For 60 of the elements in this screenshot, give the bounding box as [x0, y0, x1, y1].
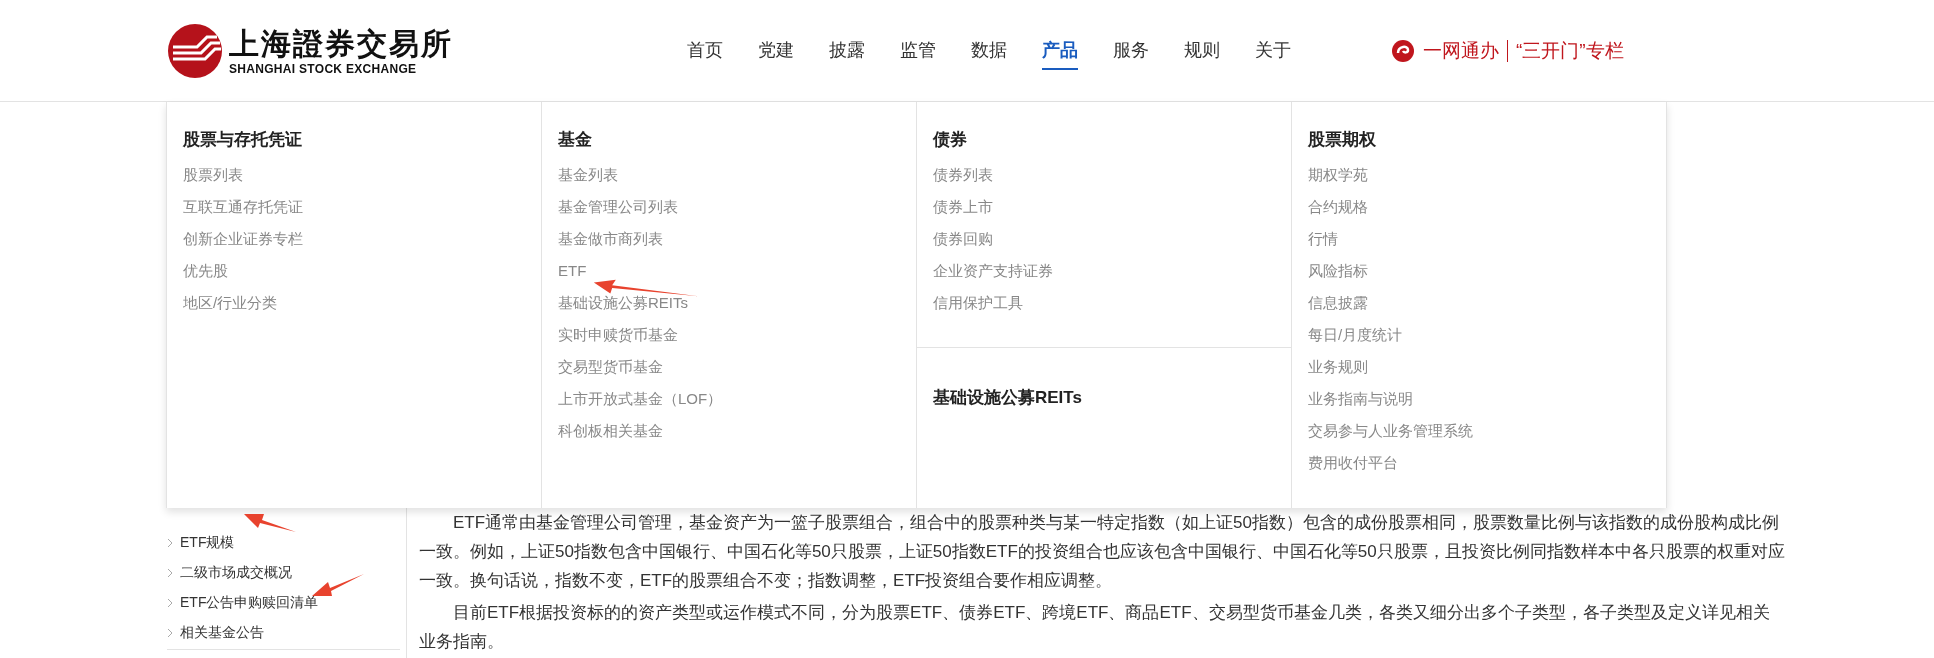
menu-heading[interactable]: 基础设施公募REITs — [933, 386, 1275, 409]
menu-item[interactable]: 科创板相关基金 — [558, 415, 663, 447]
menu-item[interactable]: 行情 — [1308, 223, 1338, 255]
menu-item[interactable]: 企业资产支持证券 — [933, 255, 1053, 287]
chevron-icon — [167, 538, 173, 548]
menu-item[interactable]: 期权学苑 — [1308, 159, 1368, 191]
swirl-icon — [1391, 38, 1415, 63]
menu-item[interactable]: 互联互通存托凭证 — [183, 191, 303, 223]
sidebar-item[interactable]: ETF规模 — [167, 528, 235, 558]
menu-item[interactable]: 信用保护工具 — [933, 287, 1023, 319]
menu-item[interactable]: ETF — [558, 255, 587, 287]
sidebar-item[interactable]: 相关基金公告 — [167, 618, 264, 648]
paragraph: 目前ETF根据投资标的的资产类型或运作模式不同，分为股票ETF、债券ETF、跨境ETF、商品ETF、交易型货币基金几类，各类又细分出多个子类型，各子类型及定义详见相关业务指南。 — [419, 602, 1771, 653]
menu-item[interactable]: 基础设施公募REITs — [558, 287, 688, 319]
chevron-icon — [167, 598, 173, 608]
menu-item[interactable]: 地区/行业分类 — [183, 287, 278, 319]
menu-item[interactable]: 业务规则 — [1308, 351, 1368, 383]
menu-item[interactable]: 风险指标 — [1308, 255, 1368, 287]
menu-item[interactable]: 信息披露 — [1308, 287, 1368, 319]
menu-item[interactable]: 实时申赎货币基金 — [558, 319, 678, 351]
menu-item[interactable]: 每日/月度统计 — [1308, 319, 1403, 351]
sidebar-item[interactable]: ETF公告申购赎回清单 — [167, 588, 319, 618]
nav-link[interactable]: 披露 — [829, 31, 865, 70]
logo-name: 上海證券交易所 — [229, 25, 453, 62]
menu-item[interactable]: 基金做市商列表 — [558, 223, 663, 255]
menu-heading[interactable]: 基金 — [558, 128, 900, 151]
arrow-icon — [242, 512, 298, 534]
menu-item[interactable]: 债券回购 — [933, 223, 993, 255]
logo-subtitle: SHANGHAI STOCK EXCHANGE — [229, 61, 418, 76]
nav-link[interactable]: 服务 — [1113, 31, 1149, 70]
menu-item[interactable]: 债券列表 — [933, 159, 993, 191]
menu-item[interactable]: 合约规格 — [1308, 191, 1368, 223]
menu-item[interactable]: 基金列表 — [558, 159, 618, 191]
nav-link[interactable]: 产品 — [1042, 31, 1078, 70]
header-link[interactable]: “三开门”专栏 — [1516, 37, 1624, 64]
menu-item[interactable]: 交易参与人业务管理系统 — [1308, 415, 1473, 447]
menu-item[interactable]: 创新企业证券专栏 — [183, 223, 303, 255]
menu-item[interactable]: 业务指南与说明 — [1308, 383, 1413, 415]
sidebar-item[interactable]: 二级市场成交概况 — [167, 558, 292, 588]
nav-link[interactable]: 数据 — [971, 31, 1007, 70]
nav-link[interactable]: 关于 — [1255, 31, 1291, 70]
menu-item[interactable]: 股票列表 — [183, 159, 243, 191]
menu-item[interactable]: 交易型货币基金 — [558, 351, 663, 383]
menu-item[interactable]: 上市开放式基金（LOF） — [558, 383, 723, 415]
menu-item[interactable]: 费用收付平台 — [1308, 447, 1398, 479]
nav-link[interactable]: 规则 — [1184, 31, 1220, 70]
header-link[interactable]: 一网通办 — [1423, 37, 1499, 64]
logo-emblem-icon — [167, 22, 223, 79]
menu-item[interactable]: 债券上市 — [933, 191, 993, 223]
menu-item[interactable]: 基金管理公司列表 — [558, 191, 678, 223]
chevron-icon — [167, 568, 173, 578]
menu-item[interactable]: 优先股 — [183, 255, 228, 287]
paragraph: ETF通常由基金管理公司管理，基金资产为一篮子股票组合，组合中的股票种类与某一特定指数（如上证50指数）包含的成份股票相同，股票数量比例与该指数的成份股构成比例一致。例如，上证50指数包含中国银行、中国石化等50只股票，上证50指数ETF的投资组合也应该包含中国银行、中国石化等50只股票，且投资比例同指数样本中各只股票的权重对应一致。换句话说，指数不变，ETF的股票组合不变；指数调整，ETF投资组合要作相应调整。 — [419, 512, 1785, 592]
menu-heading[interactable]: 股票与存托凭证 — [183, 128, 525, 151]
nav-link[interactable]: 监管 — [900, 31, 936, 70]
nav-link[interactable]: 党建 — [758, 31, 794, 70]
chevron-icon — [167, 628, 173, 638]
menu-heading[interactable]: 股票期权 — [1308, 128, 1650, 151]
menu-heading[interactable]: 债券 — [933, 128, 1275, 151]
nav-link[interactable]: 首页 — [687, 31, 723, 70]
